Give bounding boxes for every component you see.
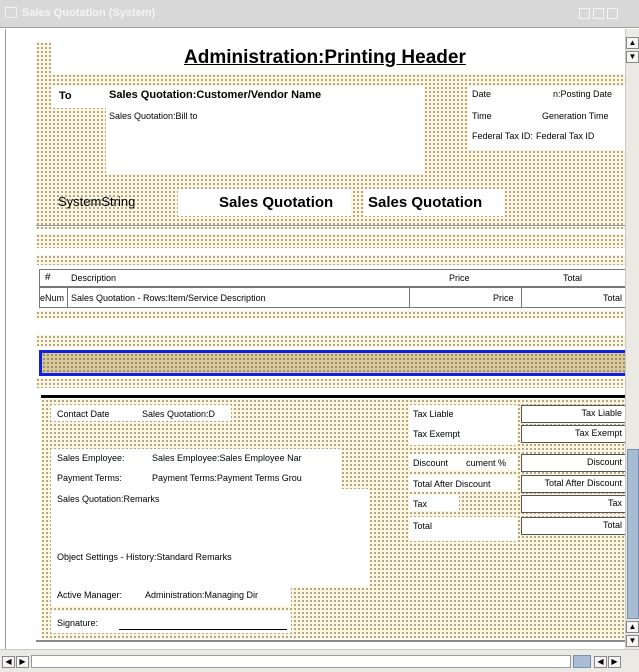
vertical-scroll-thumb[interactable] — [627, 449, 639, 619]
top-margin — [6, 29, 625, 42]
doc-title-2[interactable]: Sales Quotation — [368, 194, 482, 211]
row-num[interactable]: eNum — [40, 293, 66, 303]
total-value[interactable]: Total — [521, 517, 625, 535]
payment-terms-label: Payment Terms: — [57, 473, 122, 483]
standard-remarks[interactable]: Object Settings - History:Standard Remar… — [57, 552, 232, 562]
tax-liable-value[interactable]: Tax Liable — [521, 405, 625, 423]
horizontal-scrollbar[interactable]: ◀ ▶ ◀ ▶ — [0, 649, 639, 672]
tax-value[interactable]: Tax — [521, 495, 625, 513]
vertical-scrollbar[interactable]: ▲ ▼ ▲ ▼ — [625, 29, 639, 649]
window-title: Sales Quotation (System) — [22, 7, 156, 19]
table-col-divider — [521, 287, 522, 308]
close-icon[interactable] — [607, 8, 618, 19]
row-total[interactable]: Total — [603, 293, 622, 303]
window-titlebar[interactable]: Sales Quotation (System) — [0, 0, 639, 28]
discount-value[interactable]: Discount — [521, 454, 625, 472]
scroll-up-arrow-icon[interactable]: ▲ — [626, 37, 639, 49]
total-label: Total — [413, 521, 433, 531]
header-separator-line — [36, 225, 625, 226]
system-string[interactable]: SystemString — [58, 194, 135, 209]
date-value[interactable]: n:Posting Date — [553, 89, 612, 99]
row-price[interactable]: Price — [493, 293, 514, 303]
report-canvas[interactable]: Administration:Printing Header To Sales … — [5, 29, 625, 649]
signature-label: Signature: — [57, 618, 99, 628]
band-5[interactable] — [36, 378, 625, 388]
col-total-header: Total — [563, 273, 583, 283]
col-description-header: Description — [71, 273, 117, 283]
discount-label: Discount — [413, 458, 449, 468]
tax-exempt-value[interactable]: Tax Exempt — [521, 425, 625, 443]
col-num-header: # — [45, 272, 51, 283]
tax-label: Tax — [413, 499, 428, 509]
selected-band[interactable] — [39, 350, 625, 376]
tax-exempt-label: Tax Exempt — [413, 429, 461, 439]
sales-employee-value[interactable]: Sales Employee:Sales Employee Nar — [152, 453, 302, 463]
taxid-label: Federal Tax ID: — [472, 131, 533, 141]
table-col-divider — [67, 287, 68, 308]
time-label: Time — [472, 111, 492, 121]
horizontal-scroll-track[interactable] — [31, 655, 571, 668]
discount-percent[interactable]: cument % — [466, 458, 506, 468]
contact-date-label: Contact Date — [57, 409, 110, 419]
row-description[interactable]: Sales Quotation - Rows:Item/Service Desc… — [71, 293, 266, 303]
after-discount-value[interactable]: Total After Discount — [521, 475, 625, 493]
contact-date-value[interactable]: Sales Quotation:D — [142, 409, 215, 419]
scroll-left-arrow-icon[interactable]: ◀ — [594, 656, 607, 668]
minimize-icon[interactable] — [579, 8, 590, 19]
horizontal-scroll-thumb[interactable] — [573, 655, 591, 668]
date-label: Date — [472, 89, 492, 99]
table-header-row[interactable] — [39, 269, 625, 287]
footer-separator — [41, 395, 625, 398]
doc-title-1[interactable]: Sales Quotation — [219, 194, 333, 211]
active-manager-value[interactable]: Administration:Managing Dir — [145, 590, 258, 600]
scroll-right-arrow-icon[interactable]: ▶ — [608, 656, 621, 668]
band-1[interactable] — [36, 234, 625, 248]
taxid-value[interactable]: Federal Tax ID — [536, 131, 594, 141]
scroll-right-arrow-icon[interactable]: ▶ — [16, 656, 29, 668]
bill-to[interactable]: Sales Quotation:Bill to — [109, 111, 198, 121]
col-price-header: Price — [449, 273, 470, 283]
band-4[interactable] — [36, 335, 625, 347]
after-discount-label: Total After Discount — [413, 479, 491, 489]
scroll-down-arrow-icon[interactable]: ▼ — [626, 635, 639, 647]
customer-name[interactable]: Sales Quotation:Customer/Vendor Name — [109, 89, 321, 101]
tax-liable-label: Tax Liable — [413, 409, 454, 419]
report-bottom-edge — [36, 640, 625, 642]
scroll-down-arrow-icon[interactable]: ▼ — [626, 51, 639, 63]
to-label: To — [59, 90, 72, 102]
band-3[interactable] — [36, 311, 625, 319]
sales-employee-label: Sales Employee: — [57, 453, 125, 463]
table-col-divider — [409, 287, 410, 308]
scroll-left-arrow-icon[interactable]: ◀ — [2, 656, 15, 668]
window-icon — [5, 7, 17, 18]
time-value[interactable]: Generation Time — [542, 111, 609, 121]
band-2[interactable] — [36, 255, 625, 265]
page-title: Administration:Printing Header — [184, 47, 466, 68]
maximize-icon[interactable] — [593, 8, 604, 19]
payment-terms-value[interactable]: Payment Terms:Payment Terms Grou — [152, 473, 302, 483]
signature-line — [119, 629, 287, 630]
remarks[interactable]: Sales Quotation:Remarks — [57, 494, 160, 504]
active-manager-label: Active Manager: — [57, 590, 123, 600]
scroll-up-arrow-icon[interactable]: ▲ — [626, 621, 639, 633]
